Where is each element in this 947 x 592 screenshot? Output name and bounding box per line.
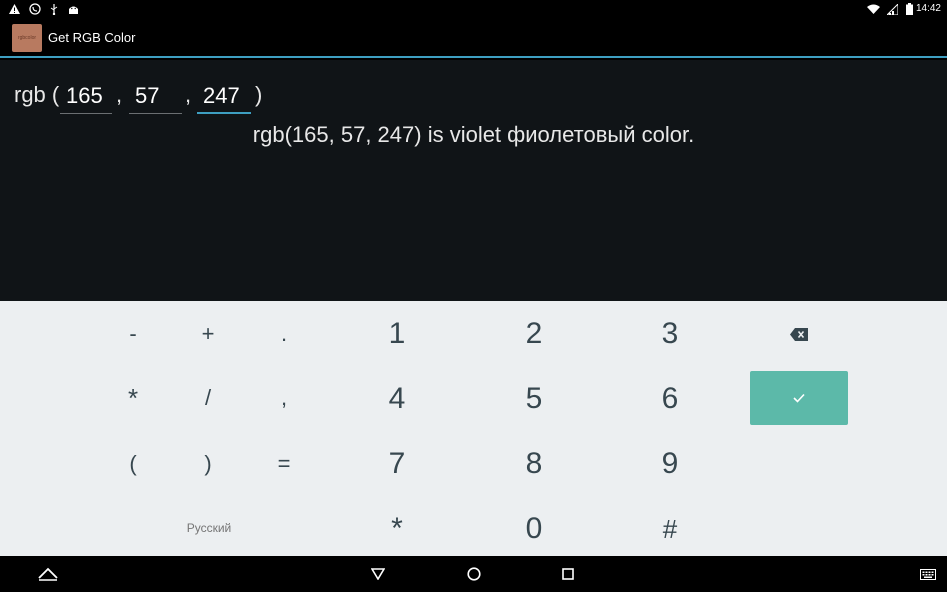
battery-icon [904,2,914,16]
enter-key[interactable] [750,371,848,425]
key-slash[interactable]: / [178,373,238,423]
warning-icon [8,2,20,16]
hide-keyboard-button[interactable] [34,562,62,586]
rgb-suffix-label: ) [255,82,263,107]
numeric-keyboard: - + . 1 2 3 * / , 4 5 6 ( ) = 7 8 9 Русс… [0,301,947,556]
comma-separator: , [116,82,123,107]
result-text: rgb(165, 57, 247) is violet фиолетовый c… [252,122,695,147]
recents-square-icon [562,568,574,580]
back-button[interactable] [366,562,390,586]
recents-button[interactable] [556,562,580,586]
signal-icon [886,2,898,16]
key-3[interactable]: 3 [630,307,710,361]
key-0[interactable]: 0 [494,502,574,556]
keyboard-icon [920,568,936,580]
key-5[interactable]: 5 [494,372,574,426]
navigation-bar [0,556,947,592]
key-2[interactable]: 2 [494,307,574,361]
content-area: rgb ( 165 , 57 , 247 ) rgb(165, 57, 247)… [0,60,947,301]
language-key[interactable]: Русский [150,505,268,551]
key-4[interactable]: 4 [357,372,437,426]
checkmark-icon [793,393,805,403]
key-7[interactable]: 7 [357,437,437,491]
key-1[interactable]: 1 [357,307,437,361]
key-star[interactable]: * [357,502,437,556]
key-hash[interactable]: # [630,502,710,556]
key-comma[interactable]: , [254,373,314,423]
key-9[interactable]: 9 [630,437,710,491]
key-asterisk[interactable]: * [103,373,163,423]
home-circle-icon [467,567,481,581]
backspace-key[interactable] [759,309,839,359]
key-8[interactable]: 8 [494,437,574,491]
app-logo: rgbcolor [12,24,42,52]
blue-input[interactable]: 247 [197,80,251,114]
rgb-prefix-label: rgb ( [14,82,60,107]
app-bar: rgbcolor Get RGB Color [0,18,947,58]
app-title: Get RGB Color [48,30,136,45]
backspace-icon [790,327,808,341]
home-button[interactable] [462,562,486,586]
wifi-icon [866,2,880,16]
keyboard-switch-button[interactable] [916,562,940,586]
key-plus[interactable]: + [178,309,238,359]
key-minus[interactable]: - [103,309,163,359]
key-period[interactable]: . [254,309,314,359]
key-6[interactable]: 6 [630,372,710,426]
status-bar: 14:42 [0,0,947,18]
status-time: 14:42 [915,3,941,14]
green-input[interactable]: 57 [129,80,182,114]
red-input[interactable]: 165 [60,80,112,114]
usb-icon [48,2,60,16]
key-close-paren[interactable]: ) [178,439,238,489]
key-equals[interactable]: = [254,439,314,489]
back-triangle-icon [371,568,385,580]
key-open-paren[interactable]: ( [103,439,163,489]
android-icon [67,2,79,16]
comma-separator: , [185,82,192,107]
chevron-up-icon [37,567,59,581]
viber-icon [28,2,42,16]
